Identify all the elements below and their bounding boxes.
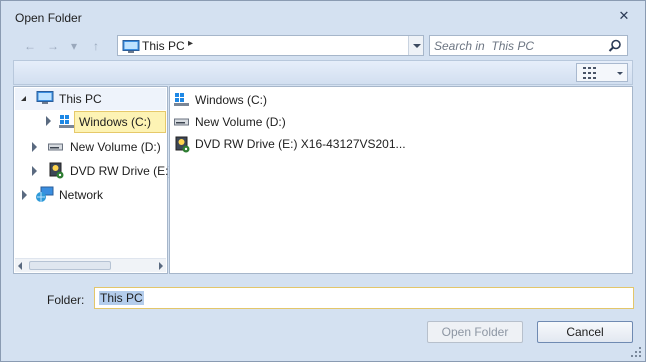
expander-icon[interactable]: [45, 116, 53, 126]
folder-label: Folder:: [47, 293, 85, 307]
tree-item-windows-c[interactable]: Windows (C:): [46, 111, 166, 133]
address-bar[interactable]: This PC ▸: [117, 35, 424, 56]
system-drive-icon: [59, 115, 74, 128]
search-input[interactable]: [434, 38, 604, 53]
file-list: Windows (C:) New Volume (D:) DVD RW Driv…: [169, 86, 633, 274]
view-grid-icon: [583, 67, 596, 79]
drive-icon: [174, 118, 189, 126]
tree-item-dvd-drive-e[interactable]: DVD RW Drive (E:): [15, 160, 172, 182]
computer-icon: [122, 40, 140, 53]
expander-icon[interactable]: [32, 166, 37, 176]
open-folder-button[interactable]: Open Folder: [427, 321, 523, 343]
list-item-label: New Volume (D:): [195, 115, 286, 129]
chevron-down-icon: [617, 72, 623, 75]
tree-item-label: New Volume (D:): [70, 140, 161, 154]
search-icon[interactable]: [608, 39, 622, 53]
view-options-button[interactable]: [576, 63, 628, 82]
folder-input-value: This PC: [99, 291, 144, 305]
up-button[interactable]: ↑: [87, 39, 105, 53]
window-title: Open Folder: [15, 11, 82, 25]
tree-item-label: DVD RW Drive (E:): [70, 164, 173, 178]
close-icon[interactable]: ✕: [617, 9, 631, 23]
expander-icon[interactable]: [21, 96, 26, 101]
cancel-button[interactable]: Cancel: [537, 321, 633, 343]
list-item[interactable]: New Volume (D:): [171, 112, 471, 132]
navigation-tree: This PC Windows (C:) New Volume (D:) DVD…: [13, 86, 172, 274]
breadcrumb-this-pc[interactable]: This PC: [142, 39, 185, 53]
computer-icon: [36, 91, 54, 104]
scroll-right-icon[interactable]: [159, 262, 163, 270]
open-folder-dialog: Open Folder ✕ ← → ▾ ↑ This PC ▸ Search i…: [0, 0, 646, 362]
breadcrumb-chevron-icon[interactable]: ▸: [188, 38, 193, 49]
list-item[interactable]: Windows (C:): [171, 90, 471, 110]
expander-icon[interactable]: [22, 190, 27, 200]
toolbar: [13, 60, 633, 85]
scrollbar-thumb[interactable]: [29, 261, 111, 270]
expander-icon[interactable]: [32, 142, 37, 152]
back-button[interactable]: ←: [21, 39, 39, 53]
resize-grip-icon[interactable]: [631, 347, 641, 357]
search-box[interactable]: [429, 35, 628, 56]
recent-locations-button[interactable]: ▾: [65, 39, 83, 53]
tree-item-label: This PC: [59, 92, 102, 106]
list-item-label: Windows (C:): [195, 93, 268, 107]
address-dropdown-button[interactable]: [408, 36, 423, 55]
network-icon: [36, 186, 54, 202]
tree-item-label: Network: [59, 188, 104, 202]
folder-input[interactable]: This PC: [94, 287, 634, 309]
system-drive-icon: [174, 93, 189, 106]
dvd-drive-icon: [49, 162, 64, 179]
tree-item-new-volume-d[interactable]: New Volume (D:): [15, 136, 166, 158]
scroll-left-icon[interactable]: [18, 262, 22, 270]
horizontal-scrollbar[interactable]: [15, 258, 166, 272]
title-bar[interactable]: Open Folder ✕: [1, 1, 645, 33]
list-item[interactable]: DVD RW Drive (E:) X16-43127VS201...: [171, 134, 471, 154]
dvd-drive-icon: [175, 136, 190, 153]
tree-item-this-pc[interactable]: This PC: [15, 88, 166, 110]
tree-item-label: Windows (C:): [79, 115, 152, 129]
drive-icon: [48, 143, 63, 151]
list-item-label: DVD RW Drive (E:) X16-43127VS201...: [195, 137, 406, 151]
forward-button[interactable]: →: [44, 39, 62, 53]
tree-item-network[interactable]: Network: [15, 184, 166, 206]
